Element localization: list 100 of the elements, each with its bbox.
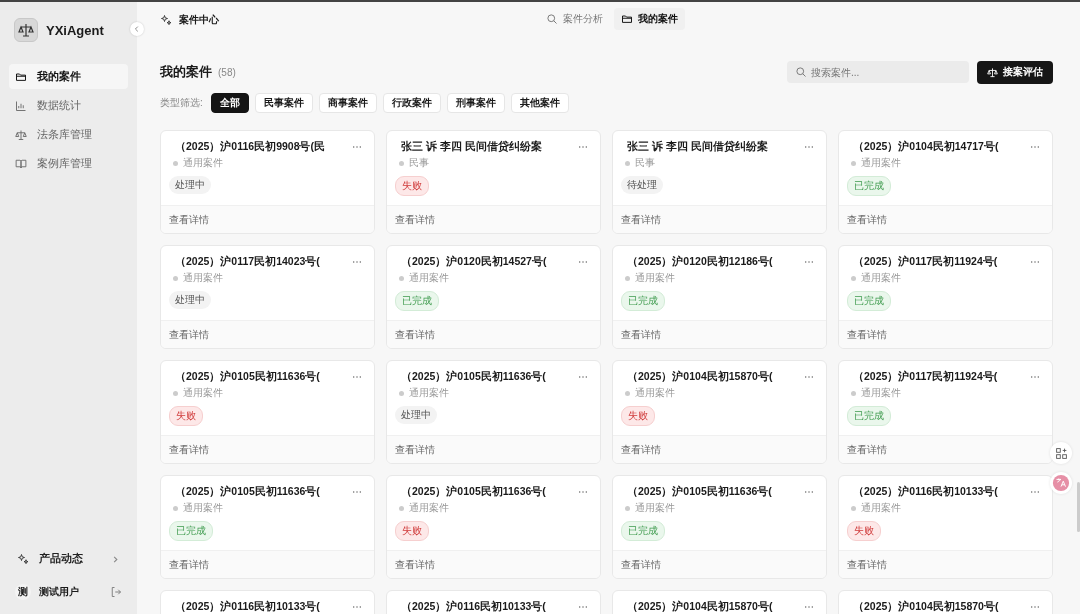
- bullet-icon: [173, 390, 178, 396]
- logout-icon[interactable]: [110, 586, 122, 598]
- case-card[interactable]: （2025）沪0105民初11636号( 通用案件 处理中 查看详情: [386, 360, 601, 464]
- more-options-icon[interactable]: [350, 373, 364, 381]
- nav-tab[interactable]: 案件分析: [539, 8, 610, 30]
- folder-icon: [15, 70, 27, 83]
- case-title: 张三 诉 李四 民间借贷纠纷案: [401, 140, 543, 154]
- case-card[interactable]: （2025）沪0104民初15870号(: [612, 590, 827, 614]
- product-news-link[interactable]: 产品动态: [9, 548, 128, 570]
- more-options-icon[interactable]: [350, 603, 364, 611]
- case-title: （2025）沪0117民初14023号(: [175, 255, 321, 269]
- more-options-icon[interactable]: [1028, 603, 1042, 611]
- case-type: 通用案件: [409, 271, 449, 285]
- filter-chip[interactable]: 其他案件: [510, 93, 569, 113]
- case-type: 通用案件: [635, 386, 675, 400]
- scrollbar[interactable]: [1077, 482, 1080, 532]
- nav-item[interactable]: 法条库管理: [9, 122, 128, 147]
- status-badge: 已完成: [169, 521, 213, 541]
- filter-chip[interactable]: 全部: [210, 93, 249, 113]
- status-badge: 失败: [395, 521, 429, 541]
- case-card[interactable]: （2025）沪0104民初15870号(: [838, 590, 1053, 614]
- case-card[interactable]: （2025）沪0105民初11636号( 通用案件 失败 查看详情: [386, 475, 601, 579]
- view-details-link[interactable]: 查看详情: [169, 327, 209, 342]
- view-details-link[interactable]: 查看详情: [621, 557, 661, 572]
- translate-icon[interactable]: [1050, 472, 1072, 494]
- case-card[interactable]: （2025）沪0105民初11636号( 通用案件 失败 查看详情: [160, 360, 375, 464]
- case-title: （2025）沪0120民初12186号(: [627, 255, 774, 269]
- case-title: （2025）沪0104民初15870号(: [853, 600, 1000, 614]
- filter-chip[interactable]: 商事案件: [318, 93, 377, 113]
- case-card[interactable]: （2025）沪0117民初14023号( 通用案件 处理中 查看详情: [160, 245, 375, 349]
- nav-tab[interactable]: 我的案件: [614, 8, 685, 30]
- more-options-icon[interactable]: [1028, 258, 1042, 266]
- more-options-icon[interactable]: [802, 373, 816, 381]
- add-widget-icon[interactable]: [1050, 442, 1072, 464]
- view-details-link[interactable]: 查看详情: [847, 442, 887, 457]
- more-options-icon[interactable]: [802, 143, 816, 151]
- more-options-icon[interactable]: [576, 373, 590, 381]
- more-options-icon[interactable]: [1028, 488, 1042, 496]
- view-details-link[interactable]: 查看详情: [395, 327, 435, 342]
- more-options-icon[interactable]: [1028, 143, 1042, 151]
- nav-item[interactable]: 案例库管理: [9, 151, 128, 176]
- view-details-link[interactable]: 查看详情: [847, 557, 887, 572]
- view-details-link[interactable]: 查看详情: [621, 327, 661, 342]
- more-options-icon[interactable]: [802, 488, 816, 496]
- view-details-link[interactable]: 查看详情: [621, 442, 661, 457]
- more-options-icon[interactable]: [802, 258, 816, 266]
- case-card[interactable]: （2025）沪0117民初11924号( 通用案件 已完成 查看详情: [838, 245, 1053, 349]
- user-avatar: 测: [15, 584, 31, 600]
- case-card[interactable]: （2025）沪0116民初10133号(: [386, 590, 601, 614]
- bullet-icon: [625, 275, 630, 281]
- case-card[interactable]: （2025）沪0104民初15870号( 通用案件 失败 查看详情: [612, 360, 827, 464]
- view-details-link[interactable]: 查看详情: [169, 442, 209, 457]
- case-card[interactable]: 张三 诉 李四 民间借贷纠纷案 民事 失败 查看详情: [386, 130, 601, 234]
- user-name: 测试用户: [39, 585, 80, 599]
- case-title: （2025）沪0105民初11636号(: [401, 370, 547, 384]
- intake-evaluation-button[interactable]: 接案评估: [977, 60, 1053, 84]
- collapse-button[interactable]: [130, 22, 144, 36]
- bullet-icon: [625, 390, 630, 396]
- more-options-icon[interactable]: [350, 143, 364, 151]
- more-options-icon[interactable]: [576, 143, 590, 151]
- chevron-left-icon: [133, 25, 141, 33]
- more-options-icon[interactable]: [1028, 373, 1042, 381]
- more-options-icon[interactable]: [576, 258, 590, 266]
- nav-item[interactable]: 数据统计: [9, 93, 128, 118]
- view-details-link[interactable]: 查看详情: [395, 557, 435, 572]
- view-details-link[interactable]: 查看详情: [169, 212, 209, 227]
- filter-chip[interactable]: 民事案件: [254, 93, 313, 113]
- case-type: 通用案件: [409, 501, 449, 515]
- view-details-link[interactable]: 查看详情: [395, 212, 435, 227]
- view-details-link[interactable]: 查看详情: [169, 557, 209, 572]
- bullet-icon: [173, 505, 178, 511]
- more-options-icon[interactable]: [802, 603, 816, 611]
- more-options-icon[interactable]: [350, 258, 364, 266]
- case-card[interactable]: 张三 诉 李四 民间借贷纠纷案 民事 待处理 查看详情: [612, 130, 827, 234]
- case-card[interactable]: （2025）沪0104民初14717号( 通用案件 已完成 查看详情: [838, 130, 1053, 234]
- case-card[interactable]: （2025）沪0120民初12186号( 通用案件 已完成 查看详情: [612, 245, 827, 349]
- bullet-icon: [851, 390, 856, 396]
- case-card[interactable]: （2025）沪0116民初10133号(: [160, 590, 375, 614]
- view-details-link[interactable]: 查看详情: [847, 327, 887, 342]
- view-details-link[interactable]: 查看详情: [395, 442, 435, 457]
- bar-chart-icon: [15, 99, 27, 112]
- case-card[interactable]: （2025）沪0105民初11636号( 通用案件 已完成 查看详情: [160, 475, 375, 579]
- more-options-icon[interactable]: [576, 603, 590, 611]
- case-card[interactable]: （2025）沪0116民初10133号( 通用案件 失败 查看详情: [838, 475, 1053, 579]
- nav-item[interactable]: 我的案件: [9, 64, 128, 89]
- case-card[interactable]: （2025）沪0105民初11636号( 通用案件 已完成 查看详情: [612, 475, 827, 579]
- bullet-icon: [625, 160, 630, 166]
- case-type: 通用案件: [183, 156, 223, 170]
- search-field[interactable]: 搜索案件...: [787, 61, 969, 83]
- case-card[interactable]: （2025）沪0116民初9908号(民 通用案件 处理中 查看详情: [160, 130, 375, 234]
- more-options-icon[interactable]: [350, 488, 364, 496]
- view-details-link[interactable]: 查看详情: [847, 212, 887, 227]
- case-card[interactable]: （2025）沪0120民初14527号( 通用案件 已完成 查看详情: [386, 245, 601, 349]
- case-title: （2025）沪0105民初11636号(: [401, 485, 547, 499]
- case-title: （2025）沪0116民初9908号(民: [175, 140, 326, 154]
- case-card[interactable]: （2025）沪0117民初11924号( 通用案件 已完成 查看详情: [838, 360, 1053, 464]
- view-details-link[interactable]: 查看详情: [621, 212, 661, 227]
- filter-chip[interactable]: 行政案件: [382, 93, 441, 113]
- more-options-icon[interactable]: [576, 488, 590, 496]
- filter-chip[interactable]: 刑事案件: [446, 93, 505, 113]
